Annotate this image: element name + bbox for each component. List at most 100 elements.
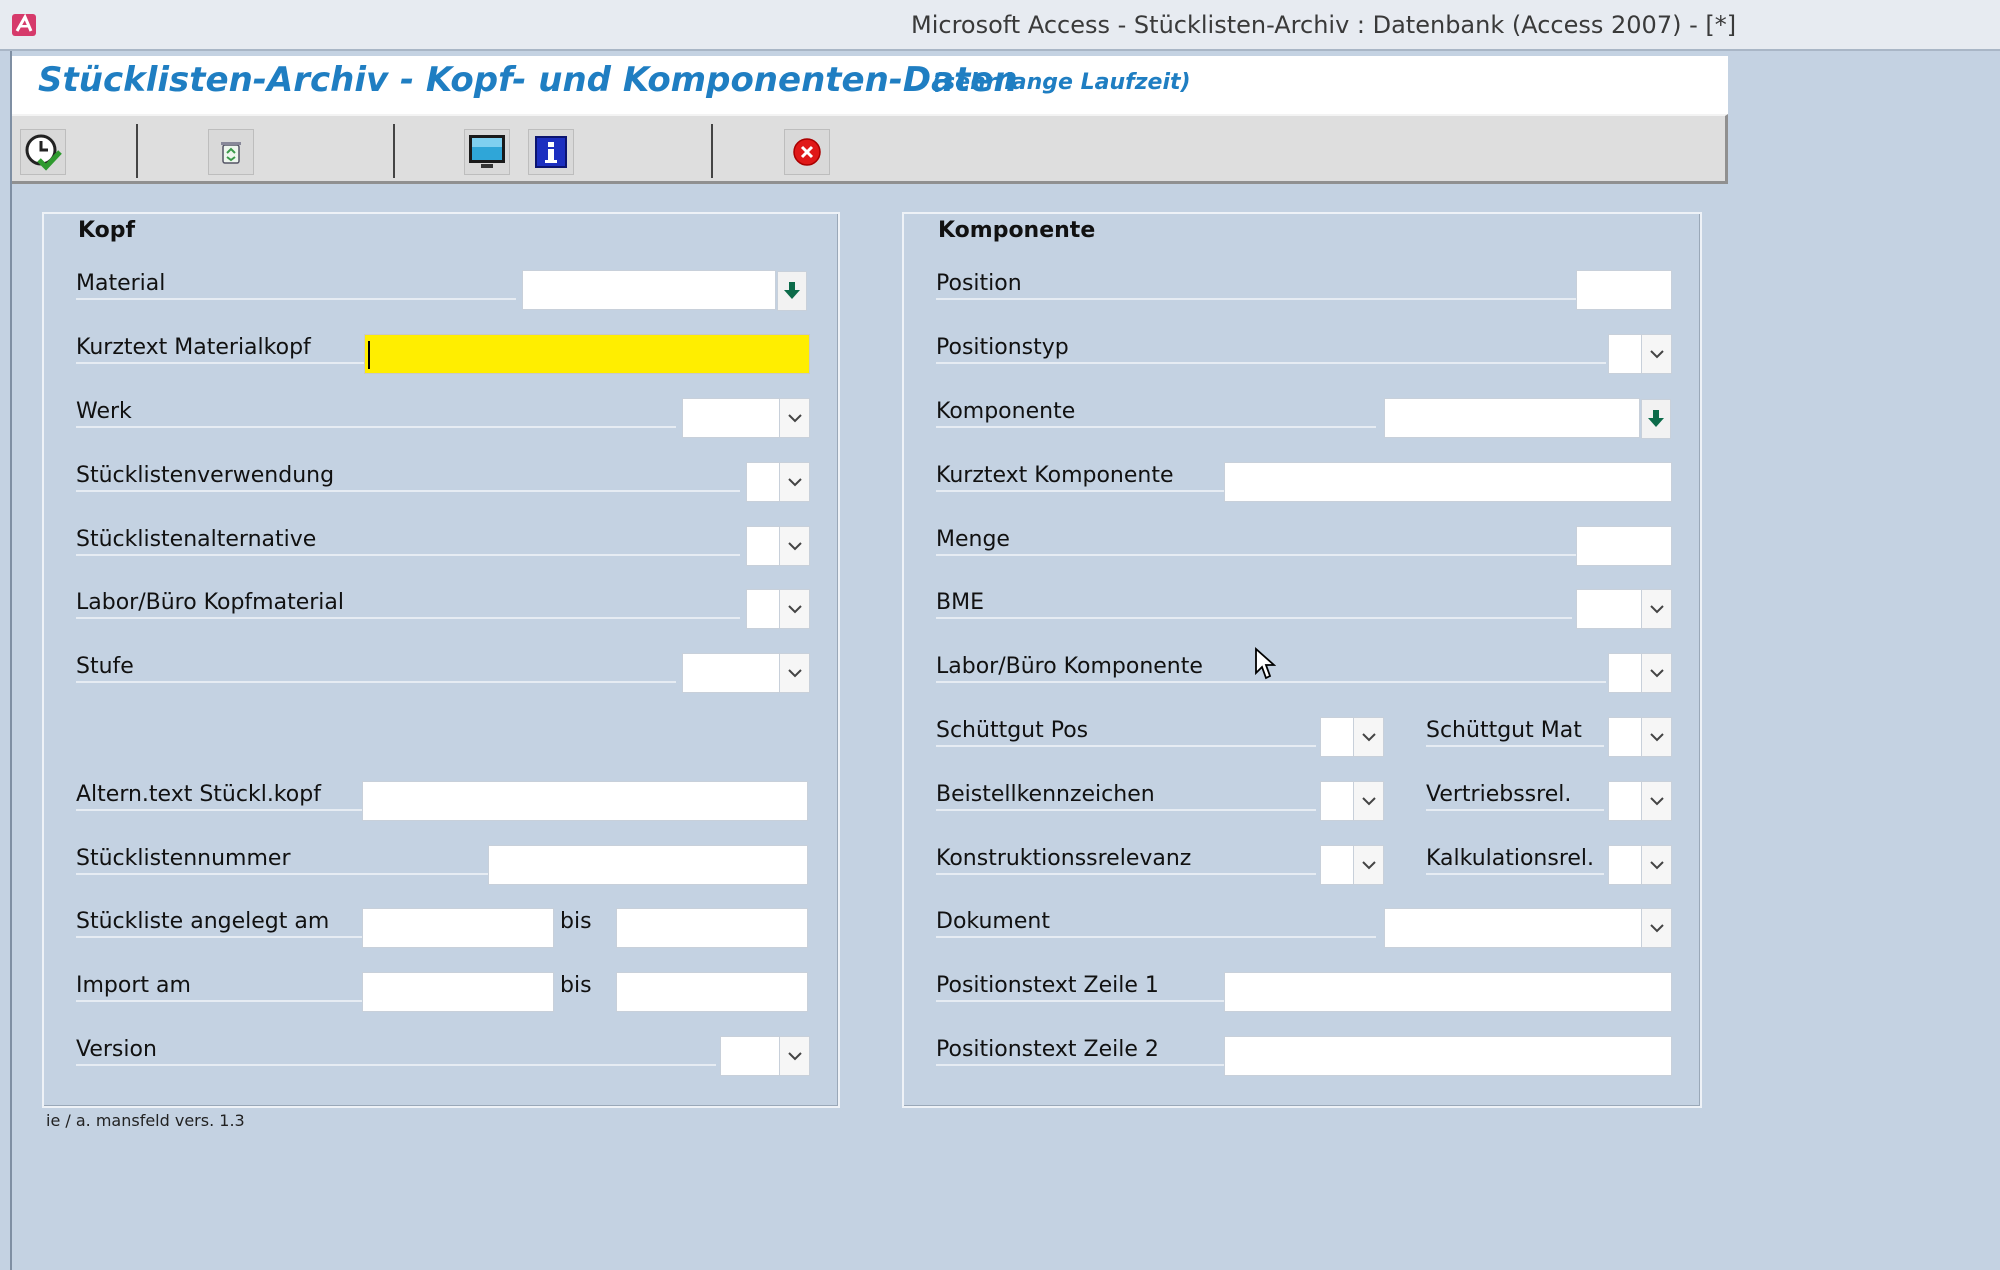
positionstyp-label: Positionstyp: [936, 332, 1606, 364]
text-caret: [368, 341, 370, 369]
form-subtitle: (sehr lange Laufzeit): [932, 70, 1191, 95]
chevron-down-icon: [1649, 924, 1664, 933]
chevron-down-icon: [787, 414, 802, 423]
position-field[interactable]: [1576, 270, 1672, 310]
menge-field[interactable]: [1576, 526, 1672, 566]
labor-buero-kopfmaterial-dropdown[interactable]: [746, 589, 810, 629]
toolbar-separator: [393, 124, 395, 178]
close-icon: [793, 138, 821, 166]
kalkulationsrel-dropdown[interactable]: [1608, 845, 1672, 885]
dokument-dropdown[interactable]: [1384, 908, 1672, 948]
import-am-label: Import am: [76, 970, 366, 1002]
kurztext-materialkopf-field[interactable]: [364, 334, 810, 374]
chevron-down-icon: [787, 478, 802, 487]
dropdown-button[interactable]: [1641, 782, 1671, 820]
material-field[interactable]: [522, 270, 807, 311]
chevron-down-icon: [787, 1052, 802, 1061]
chevron-down-icon: [1361, 797, 1376, 806]
werk-label: Werk: [76, 396, 676, 428]
mouse-cursor-icon: [1255, 647, 1276, 680]
labor-buero-kopfmaterial-label: Labor/Büro Kopfmaterial: [76, 587, 740, 619]
dropdown-button[interactable]: [1641, 718, 1671, 756]
konstruktionssrelevanz-dropdown[interactable]: [1320, 845, 1384, 885]
material-lookup-button[interactable]: [777, 271, 807, 311]
angelegt-bis-label: bis: [560, 909, 592, 934]
positionstyp-dropdown[interactable]: [1608, 334, 1672, 374]
stuecklistenalternative-label: Stücklistenalternative: [76, 524, 740, 556]
chevron-down-icon: [1649, 797, 1664, 806]
komponente-title: Komponente: [938, 218, 1096, 243]
clear-button[interactable]: [208, 129, 254, 175]
chevron-down-icon: [1649, 669, 1664, 678]
angelegt-von-field[interactable]: [362, 908, 554, 948]
version-dropdown[interactable]: [720, 1036, 810, 1076]
version-label: Version: [76, 1034, 716, 1066]
stuecklistenalternative-dropdown[interactable]: [746, 526, 810, 566]
kalkulationsrel-label: Kalkulationsrel.: [1426, 843, 1604, 875]
dropdown-button[interactable]: [779, 654, 809, 692]
vertriebssrel-dropdown[interactable]: [1608, 781, 1672, 821]
menge-label: Menge: [936, 524, 1576, 556]
bme-label: BME: [936, 587, 1572, 619]
stuecklistennummer-field[interactable]: [488, 845, 808, 885]
frame-edge: [0, 51, 12, 1270]
dropdown-button[interactable]: [779, 1037, 809, 1075]
chevron-down-icon: [1649, 861, 1664, 870]
dropdown-button[interactable]: [1641, 654, 1671, 692]
dropdown-button[interactable]: [1641, 909, 1671, 947]
komponente-lookup-button[interactable]: [1641, 399, 1671, 439]
werk-dropdown-button[interactable]: [779, 399, 809, 437]
bme-dropdown[interactable]: [1576, 589, 1672, 629]
access-app-icon[interactable]: [11, 11, 39, 39]
schuettgut-mat-label: Schüttgut Mat: [1426, 715, 1604, 747]
chevron-down-icon: [1649, 733, 1664, 742]
kurztext-komponente-field[interactable]: [1224, 462, 1672, 502]
close-button[interactable]: [784, 129, 830, 175]
alterntext-field[interactable]: [362, 781, 808, 821]
schuettgut-pos-label: Schüttgut Pos: [936, 715, 1316, 747]
stuecklistenverwendung-dropdown[interactable]: [746, 462, 810, 502]
komponente-field[interactable]: [1384, 398, 1671, 439]
kopf-title: Kopf: [78, 218, 136, 243]
arrow-down-icon: [1648, 410, 1664, 427]
angelegt-bis-field[interactable]: [616, 908, 808, 948]
dropdown-button[interactable]: [1353, 782, 1383, 820]
labor-buero-komponente-dropdown[interactable]: [1608, 653, 1672, 693]
kurztext-komponente-label: Kurztext Komponente: [936, 460, 1226, 492]
material-label: Material: [76, 268, 516, 300]
stufe-dropdown[interactable]: [682, 653, 810, 693]
import-von-field[interactable]: [362, 972, 554, 1012]
dropdown-button[interactable]: [1641, 335, 1671, 373]
dropdown-button[interactable]: [779, 590, 809, 628]
dropdown-button[interactable]: [1353, 846, 1383, 884]
dropdown-button[interactable]: [779, 527, 809, 565]
info-button[interactable]: [528, 129, 574, 175]
run-query-button[interactable]: [20, 129, 66, 175]
dropdown-button[interactable]: [1353, 718, 1383, 756]
dropdown-button[interactable]: [1641, 590, 1671, 628]
alterntext-label: Altern.text Stückl.kopf: [76, 779, 366, 811]
beistellkennzeichen-dropdown[interactable]: [1320, 781, 1384, 821]
konstruktionssrelevanz-label: Konstruktionssrelevanz: [936, 843, 1316, 875]
beistellkennzeichen-label: Beistellkennzeichen: [936, 779, 1316, 811]
positionstext-zeile1-field[interactable]: [1224, 972, 1672, 1012]
window-title: Microsoft Access - Stücklisten-Archiv : …: [911, 11, 1737, 39]
positionstext-zeile2-field[interactable]: [1224, 1036, 1672, 1076]
schuettgut-mat-dropdown[interactable]: [1608, 717, 1672, 757]
kopf-panel: Kopf Material Kurztext Materialkopf Werk…: [42, 212, 840, 1108]
dropdown-button[interactable]: [779, 463, 809, 501]
dropdown-button[interactable]: [1641, 846, 1671, 884]
werk-dropdown[interactable]: [682, 398, 810, 438]
screen-button[interactable]: [464, 129, 510, 175]
chevron-down-icon: [1361, 861, 1376, 870]
chevron-down-icon: [787, 669, 802, 678]
chevron-down-icon: [1649, 605, 1664, 614]
toolbar: [12, 114, 1728, 184]
schuettgut-pos-dropdown[interactable]: [1320, 717, 1384, 757]
form-title: Stücklisten-Archiv - Kopf- und Komponent…: [38, 60, 1018, 100]
stufe-label: Stufe: [76, 651, 676, 683]
positionstext-zeile2-label: Positionstext Zeile 2: [936, 1034, 1226, 1066]
import-bis-field[interactable]: [616, 972, 808, 1012]
toolbar-separator: [711, 124, 713, 178]
kurztext-materialkopf-label: Kurztext Materialkopf: [76, 332, 366, 364]
